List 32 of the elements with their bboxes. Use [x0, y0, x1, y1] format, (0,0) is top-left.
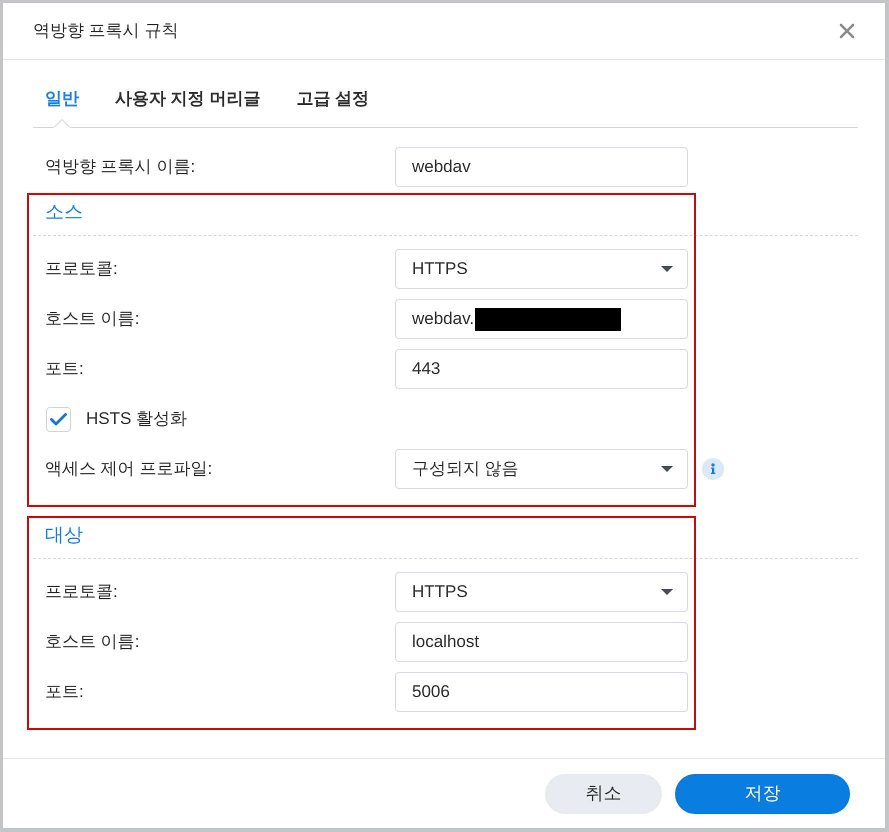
dropdown-field[interactable]: HTTPS	[395, 249, 688, 289]
text-input-field[interactable]: webdav	[395, 147, 688, 187]
section-title: 소스	[45, 202, 83, 223]
dropdown-field[interactable]: HTTPS	[395, 572, 688, 612]
field-label: 호스트 이름:	[45, 309, 140, 328]
checkmark-icon	[50, 412, 67, 426]
tab[interactable]: 사용자 지정 머리글	[115, 87, 260, 128]
cancel-button[interactable]: 취소	[545, 774, 662, 814]
text-input-field[interactable]: localhost	[395, 622, 688, 662]
dropdown-field[interactable]: 구성되지 않음	[395, 449, 688, 489]
tab[interactable]: 고급 설정	[296, 87, 370, 128]
text-input-field[interactable]: 443	[395, 349, 688, 389]
dropdown-caret-icon	[661, 266, 673, 272]
window-title: 역방향 프록시 규칙	[33, 20, 178, 42]
field-label: 호스트 이름:	[45, 632, 140, 651]
close-icon[interactable]	[839, 23, 855, 39]
save-button[interactable]: 저장	[675, 774, 850, 814]
field-label: 포트:	[45, 682, 84, 701]
field-label: 포트:	[45, 359, 84, 378]
field-label: 프로토콜:	[45, 259, 118, 278]
text-input-field[interactable]: webdav.	[395, 299, 688, 339]
field-label: 역방향 프록시 이름:	[45, 157, 196, 176]
info-icon[interactable]	[702, 458, 724, 480]
checkbox-label: HSTS 활성화	[86, 408, 188, 430]
dropdown-caret-icon	[661, 589, 673, 595]
text-input-field[interactable]: 5006	[395, 672, 688, 712]
field-label: 프로토콜:	[45, 582, 118, 601]
dropdown-caret-icon	[661, 466, 673, 472]
checkbox[interactable]	[46, 406, 71, 432]
tab[interactable]: 일반	[45, 87, 79, 128]
section-title: 대상	[45, 525, 83, 546]
field-label: 액세스 제어 프로파일:	[45, 459, 212, 478]
